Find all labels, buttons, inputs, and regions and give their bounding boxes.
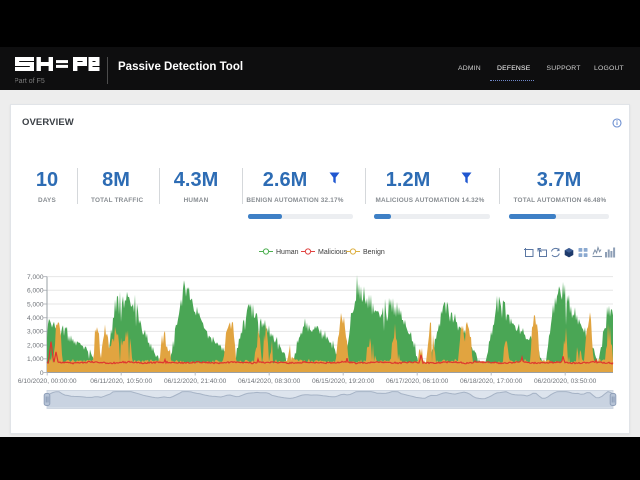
svg-text:7,000: 7,000 bbox=[27, 274, 44, 281]
svg-text:5,000: 5,000 bbox=[27, 301, 44, 308]
svg-text:1,000: 1,000 bbox=[27, 356, 44, 363]
svg-text:06/17/2020, 06:10:00: 06/17/2020, 06:10:00 bbox=[386, 378, 449, 385]
svg-text:06/18/2020, 17:00:00: 06/18/2020, 17:00:00 bbox=[460, 378, 523, 385]
svg-text:Part of F5: Part of F5 bbox=[15, 78, 45, 85]
svg-text:06/11/2020, 10:50:00: 06/11/2020, 10:50:00 bbox=[90, 378, 152, 385]
svg-text:Benign: Benign bbox=[363, 249, 385, 256]
svg-text:06/14/2020, 08:30:00: 06/14/2020, 08:30:00 bbox=[238, 378, 301, 385]
svg-text:Malicious: Malicious bbox=[318, 249, 348, 256]
svg-text:6,000: 6,000 bbox=[27, 288, 44, 295]
svg-text:4,000: 4,000 bbox=[27, 315, 44, 322]
svg-text:Human: Human bbox=[276, 249, 299, 256]
svg-text:2,000: 2,000 bbox=[27, 342, 44, 349]
svg-text:06/20/2020, 03:50:00: 06/20/2020, 03:50:00 bbox=[534, 378, 597, 385]
svg-text:6/10/2020, 00:00:00: 6/10/2020, 00:00:00 bbox=[18, 378, 77, 385]
svg-text:06/15/2020, 19:20:00: 06/15/2020, 19:20:00 bbox=[312, 378, 375, 385]
svg-text:3,000: 3,000 bbox=[27, 329, 44, 336]
svg-text:0: 0 bbox=[40, 370, 44, 377]
svg-text:06/12/2020, 21:40:00: 06/12/2020, 21:40:00 bbox=[164, 378, 227, 385]
